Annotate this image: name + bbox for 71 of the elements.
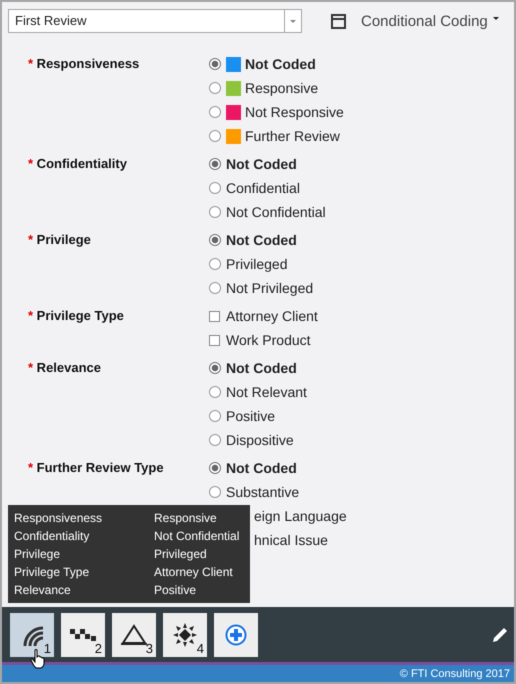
option-label: Not Coded bbox=[226, 232, 297, 248]
tooltip-value: Attorney Client bbox=[154, 564, 234, 580]
coding-button[interactable]: 1 bbox=[10, 612, 54, 656]
checkbox[interactable] bbox=[209, 310, 220, 322]
option-label: eign Language bbox=[254, 508, 347, 524]
radio-button[interactable] bbox=[209, 206, 221, 218]
radio-button[interactable] bbox=[209, 130, 221, 142]
field-label: * Further Review Type bbox=[28, 459, 165, 477]
radio-button[interactable] bbox=[209, 434, 221, 446]
option-label: Not Coded bbox=[245, 56, 316, 72]
caret-icon bbox=[492, 16, 499, 20]
coding-button[interactable]: 2 bbox=[61, 612, 105, 656]
tooltip-value: Responsive bbox=[154, 510, 218, 526]
field-label: * Privilege bbox=[28, 231, 92, 249]
radio-button[interactable] bbox=[209, 282, 221, 294]
option-label: Attorney Client bbox=[226, 308, 318, 324]
layout-menu[interactable]: Conditional Coding bbox=[361, 12, 499, 30]
pencil-icon[interactable] bbox=[492, 626, 508, 642]
coding-button[interactable]: 4 bbox=[163, 612, 207, 656]
radio-button[interactable] bbox=[209, 462, 221, 474]
option-label: Not Coded bbox=[226, 156, 297, 172]
tooltip-field: Privilege Type bbox=[14, 564, 154, 580]
radio-button[interactable] bbox=[209, 106, 221, 118]
add-icon bbox=[225, 624, 247, 646]
tooltip-value: Privileged bbox=[154, 546, 208, 562]
field-label: * Confidentiality bbox=[28, 155, 128, 173]
radio-button[interactable] bbox=[209, 234, 221, 246]
checker-icon bbox=[70, 628, 96, 640]
radio-button[interactable] bbox=[209, 410, 221, 422]
tooltip-field: Relevance bbox=[14, 582, 154, 598]
option-label: Not Privileged bbox=[226, 280, 314, 296]
coding-button[interactable]: 3 bbox=[112, 612, 156, 656]
star-icon bbox=[173, 622, 197, 646]
hand-cursor-icon bbox=[30, 649, 46, 669]
radio-button[interactable] bbox=[209, 158, 221, 170]
option-label: Further Review bbox=[245, 128, 340, 144]
option-label: Confidential bbox=[226, 180, 300, 196]
tooltip-field: Privilege bbox=[14, 546, 154, 562]
option-label: Positive bbox=[226, 408, 276, 424]
radio-button[interactable] bbox=[209, 258, 221, 270]
radio-button[interactable] bbox=[209, 386, 221, 398]
field-label: * Relevance bbox=[28, 359, 102, 377]
option-label: Responsive bbox=[245, 80, 318, 96]
review-select[interactable]: First Review bbox=[8, 9, 302, 33]
option-label: Dispositive bbox=[226, 432, 294, 448]
option-label: Not Coded bbox=[226, 360, 297, 376]
coding-button[interactable] bbox=[214, 612, 258, 656]
triangle-icon bbox=[121, 624, 147, 646]
option-label: Work Product bbox=[226, 332, 311, 348]
tooltip-field: Responsiveness bbox=[14, 510, 154, 526]
tooltip-field: Confidentiality bbox=[14, 528, 154, 544]
tooltip-value: Positive bbox=[154, 582, 198, 598]
radio-button[interactable] bbox=[209, 182, 221, 194]
dropdown-arrow-icon bbox=[290, 20, 296, 22]
layout-icon[interactable] bbox=[331, 14, 346, 28]
option-label: Not Responsive bbox=[245, 104, 344, 120]
option-label: Privileged bbox=[226, 256, 288, 272]
field-label: * Privilege Type bbox=[28, 307, 125, 325]
copyright-text: © FTI Consulting 2017 bbox=[400, 668, 510, 680]
radio-button[interactable] bbox=[209, 58, 221, 70]
option-label: Not Coded bbox=[226, 460, 297, 476]
radio-button[interactable] bbox=[209, 486, 221, 498]
option-label: hnical Issue bbox=[254, 532, 328, 548]
radio-button[interactable] bbox=[209, 362, 221, 374]
option-label: Not Relevant bbox=[226, 384, 307, 400]
field-label: * Responsiveness bbox=[28, 55, 140, 73]
radio-button[interactable] bbox=[209, 82, 221, 94]
checkbox[interactable] bbox=[209, 334, 220, 346]
option-label: Not Confidential bbox=[226, 204, 326, 220]
tooltip-value: Not Confidential bbox=[154, 528, 240, 544]
option-label: Substantive bbox=[226, 484, 300, 500]
